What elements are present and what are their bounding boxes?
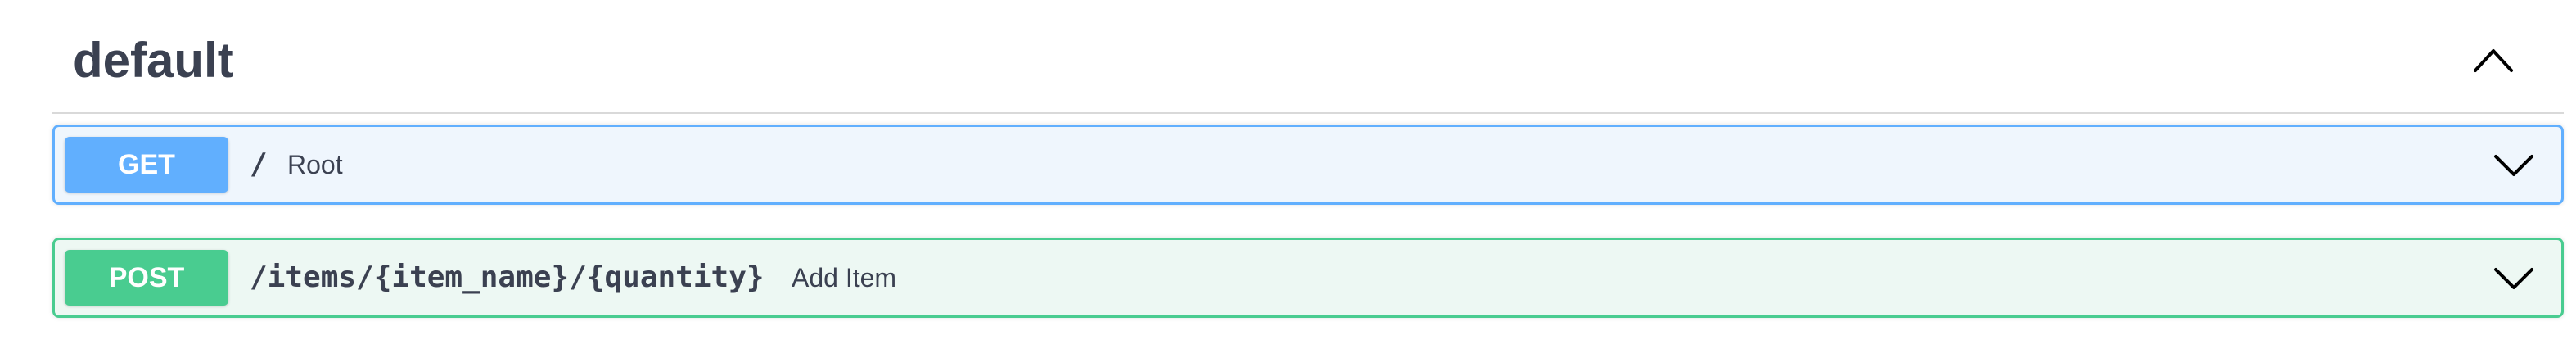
tag-title[interactable]: default	[73, 31, 234, 90]
operation-path: /	[250, 147, 268, 181]
operation-summary: Add Item	[792, 263, 897, 292]
chevron-down-icon[interactable]	[2491, 143, 2537, 186]
chevron-up-icon[interactable]	[2469, 39, 2518, 82]
operation-summary: Root	[287, 150, 343, 179]
tag-header[interactable]: default	[52, 0, 2564, 114]
method-badge-post: POST	[65, 250, 228, 306]
operation-path: /items/{item_name}/{quantity}	[250, 261, 765, 294]
operation-get-root[interactable]: GET / Root	[52, 125, 2564, 205]
operation-post-add-item[interactable]: POST /items/{item_name}/{quantity} Add I…	[52, 238, 2564, 318]
method-badge-get: GET	[65, 137, 228, 193]
chevron-down-icon[interactable]	[2491, 256, 2537, 299]
tag-section-default: default GET / Root POST /items/{item_nam…	[52, 0, 2564, 318]
